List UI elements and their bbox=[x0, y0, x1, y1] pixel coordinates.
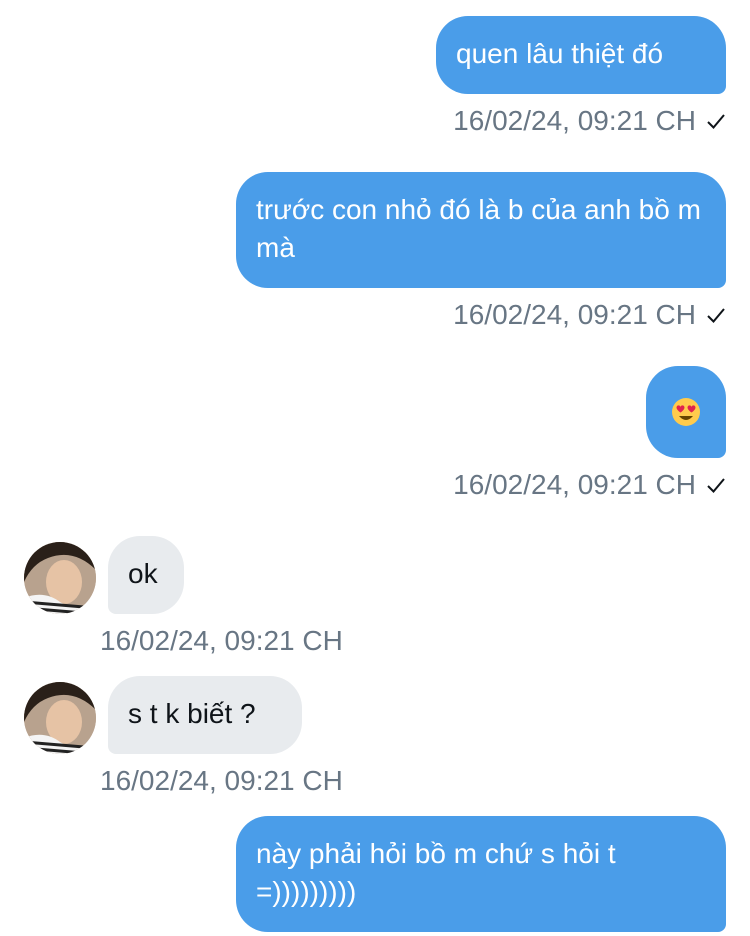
avatar[interactable] bbox=[24, 542, 96, 614]
avatar-image bbox=[24, 542, 96, 614]
message-timestamp: 16/02/24, 09:21 CH bbox=[100, 764, 343, 798]
check-icon bbox=[707, 308, 725, 323]
check-icon bbox=[707, 478, 725, 493]
timestamp-text: 16/02/24, 09:21 CH bbox=[100, 765, 343, 796]
timestamp-text: 16/02/24, 09:21 CH bbox=[453, 105, 696, 136]
message-text: ok bbox=[128, 558, 158, 589]
message-bubble-outgoing[interactable]: trước con nhỏ đó là b của anh bồ m mà bbox=[236, 172, 726, 288]
message-timestamp: 16/02/24, 09:21 CH bbox=[453, 298, 726, 332]
message-text: quen lâu thiệt đó bbox=[456, 38, 664, 69]
timestamp-text: 16/02/24, 09:21 CH bbox=[100, 625, 343, 656]
avatar-image bbox=[24, 682, 96, 754]
heart-eyes-emoji-icon bbox=[672, 398, 700, 426]
check-icon bbox=[707, 114, 725, 129]
message-text: trước con nhỏ đó là b của anh bồ m mà bbox=[256, 194, 701, 263]
timestamp-text: 16/02/24, 09:21 CH bbox=[453, 299, 696, 330]
message-text: s t k biết ? bbox=[128, 698, 256, 729]
message-timestamp: 16/02/24, 09:21 CH bbox=[453, 104, 726, 138]
message-bubble-outgoing[interactable]: này phải hỏi bồ m chứ s hỏi t =))))))))) bbox=[236, 816, 726, 932]
timestamp-text: 16/02/24, 09:21 CH bbox=[453, 469, 696, 500]
message-bubble-outgoing[interactable] bbox=[646, 366, 726, 458]
message-timestamp: 16/02/24, 09:21 CH bbox=[100, 624, 343, 658]
message-text: này phải hỏi bồ m chứ s hỏi t =))))))))) bbox=[256, 838, 616, 907]
message-bubble-incoming[interactable]: s t k biết ? bbox=[108, 676, 302, 754]
message-bubble-outgoing[interactable]: quen lâu thiệt đó bbox=[436, 16, 726, 94]
message-bubble-incoming[interactable]: ok bbox=[108, 536, 184, 614]
avatar[interactable] bbox=[24, 682, 96, 754]
message-timestamp: 16/02/24, 09:21 CH bbox=[453, 468, 726, 502]
